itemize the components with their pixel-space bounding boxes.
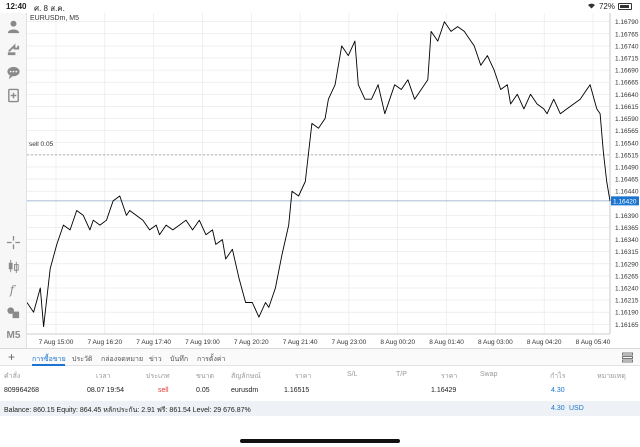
price-chart[interactable]: 1.16790 1.16765 1.16740 1.16715 1.16690 1.166…	[27, 13, 640, 348]
header-symbol: สัญลักษณ์	[231, 373, 261, 380]
y-tick-label: 1.16340	[615, 237, 639, 244]
row-time: 08.07 19:54	[87, 387, 124, 394]
y-tick-label: 1.16615	[615, 104, 639, 111]
header-comment: หมายเหตุ	[597, 373, 626, 380]
y-tick-label: 1.16590	[615, 116, 639, 123]
x-tick-label: 8 Aug 01:40	[429, 339, 464, 346]
x-tick-label: 8 Aug 05:40	[576, 339, 611, 346]
x-tick-label: 7 Aug 19:00	[185, 339, 220, 346]
chat-icon[interactable]	[4, 63, 23, 82]
y-tick-label: 1.16215	[615, 298, 639, 305]
timeframe-button[interactable]: M5	[4, 326, 23, 345]
status-right: 72%	[587, 2, 632, 11]
order-line-label: sell 0.05	[29, 141, 54, 148]
header-ticket: คำสั่ง	[4, 373, 21, 380]
battery-percent: 72%	[598, 2, 615, 11]
row-open-price: 1.16515	[284, 387, 310, 394]
positions-table-header: คำสั่ง เวลา ประเภท ขนาด สัญลักษณ์ ราคา S…	[0, 367, 640, 381]
row-ticket: 809964268	[4, 387, 40, 394]
y-tick-label: 1.16515	[615, 152, 639, 159]
y-tick-label: 1.16290	[615, 261, 639, 268]
x-tick-label: 7 Aug 23:00	[332, 339, 367, 346]
y-tick-label: 1.16265	[615, 273, 639, 280]
header-volume: ขนาด	[196, 373, 215, 380]
price-series-line	[27, 21, 611, 328]
x-tick-label: 7 Aug 17:40	[136, 339, 171, 346]
wifi-icon	[587, 2, 596, 11]
x-tick-label: 8 Aug 03:00	[478, 339, 513, 346]
active-tab-indicator	[32, 364, 65, 366]
y-tick-label: 1.16465	[615, 177, 639, 184]
y-tick-label: 1.16640	[615, 92, 639, 99]
header-tp: T/P	[396, 371, 407, 378]
current-price-tag-label: 1.16420	[613, 198, 637, 205]
new-order-icon[interactable]	[4, 86, 23, 105]
balance-currency: USD	[569, 405, 584, 412]
chart-toolbar: f M5	[0, 13, 27, 348]
row-profit: 4.30	[551, 387, 565, 394]
account-icon[interactable]	[4, 17, 23, 36]
balance-summary: Balance: 860.15 Equity: 864.45 หลักประกั…	[4, 407, 251, 414]
svg-text:f: f	[9, 283, 17, 297]
candles-icon[interactable]	[4, 257, 23, 276]
y-tick-label: 1.16490	[615, 164, 639, 171]
balance-row: Balance: 860.15 Equity: 864.45 หลักประกั…	[0, 401, 640, 416]
tab-settings[interactable]: การตั้งค่า	[197, 354, 226, 365]
crosshair-icon[interactable]	[4, 233, 23, 252]
y-tick-label: 1.16715	[615, 56, 639, 63]
battery-icon	[618, 3, 632, 10]
header-time: เวลา	[96, 373, 111, 380]
x-tick-label: 7 Aug 21:40	[283, 339, 318, 346]
y-tick-label: 1.16240	[615, 286, 639, 293]
tab-history[interactable]: ประวัติ	[72, 354, 92, 365]
y-tick-label: 1.16740	[615, 43, 639, 50]
y-tick-label: 1.16190	[615, 310, 639, 317]
y-tick-label: 1.16365	[615, 225, 639, 232]
tab-journal[interactable]: บันทึก	[170, 354, 188, 365]
row-price: 1.16429	[431, 387, 457, 394]
tab-news[interactable]: ข่าว	[149, 354, 162, 365]
y-tick-label: 1.16790	[615, 19, 639, 26]
trade-icon[interactable]	[4, 40, 23, 59]
balance-total-profit: 4.30	[551, 405, 565, 412]
indicator-icon[interactable]: f	[4, 280, 23, 299]
header-sl: S/L	[347, 371, 358, 378]
tab-mailbox[interactable]: กล่องจดหมาย	[101, 354, 143, 365]
header-price: ราคา	[441, 373, 458, 380]
objects-icon[interactable]	[4, 303, 23, 322]
x-tick-label: 7 Aug 15:00	[39, 339, 74, 346]
header-swap: Swap	[480, 371, 498, 378]
y-tick-label: 1.16765	[615, 31, 639, 38]
row-type: sell	[158, 387, 169, 394]
y-tick-label: 1.16665	[615, 80, 639, 87]
y-tick-label: 1.16315	[615, 249, 639, 256]
table-row[interactable]: 809964268 08.07 19:54 sell 0.05 eurusdm …	[0, 383, 640, 399]
status-bar: 12:40 ศ. 8 ส.ค. 72%	[0, 0, 640, 13]
row-volume: 0.05	[196, 387, 210, 394]
home-indicator	[240, 439, 400, 443]
y-tick-label: 1.16390	[615, 213, 639, 220]
layout-menu-icon[interactable]	[622, 352, 633, 363]
header-open-price: ราคา	[295, 373, 312, 380]
header-profit: กำไร	[550, 373, 566, 380]
x-tick-label: 7 Aug 20:20	[234, 339, 269, 346]
header-type: ประเภท	[146, 373, 170, 380]
y-tick-label: 1.16540	[615, 140, 639, 147]
y-tick-label: 1.16690	[615, 68, 639, 75]
y-tick-label: 1.16565	[615, 128, 639, 135]
x-tick-label: 7 Aug 16:20	[87, 339, 122, 346]
row-symbol: eurusdm	[231, 387, 259, 394]
status-time: 12:40	[6, 2, 27, 11]
add-icon[interactable]: +	[8, 351, 15, 363]
x-tick-label: 8 Aug 04:20	[527, 339, 562, 346]
x-tick-label: 8 Aug 00:20	[380, 339, 415, 346]
y-tick-label: 1.16165	[615, 322, 639, 329]
terminal-tab-bar: + การซื้อขาย ประวัติ กล่องจดหมาย ข่าว บั…	[0, 348, 640, 366]
chart-symbol-label: EURUSDm, M5	[30, 15, 80, 22]
y-tick-label: 1.16440	[615, 189, 639, 196]
